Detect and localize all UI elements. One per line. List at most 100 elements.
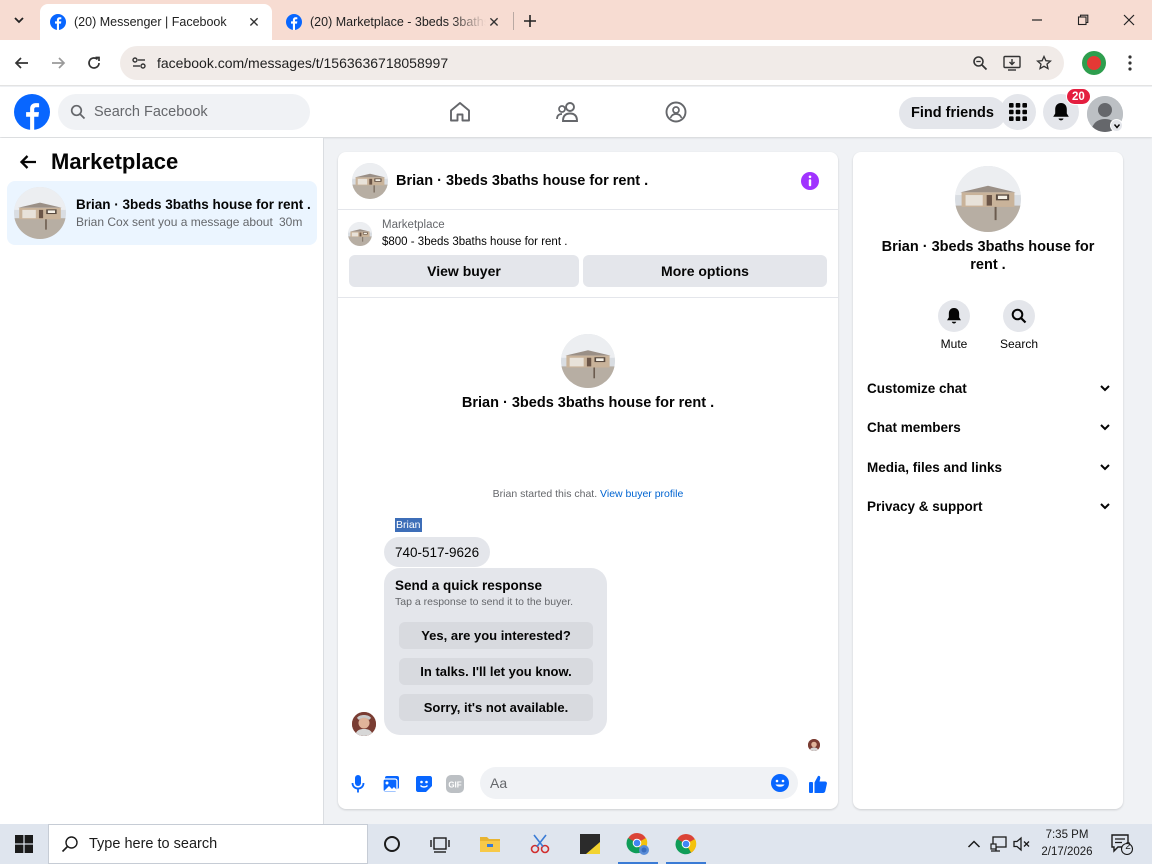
quick-response-option[interactable]: Sorry, it's not available.	[399, 694, 593, 721]
tab-close-icon[interactable]: ✕	[246, 14, 262, 30]
message-input[interactable]	[490, 775, 760, 791]
cortana-button[interactable]	[368, 824, 416, 864]
chat-header-avatar[interactable]	[352, 163, 388, 199]
message-bubble[interactable]: 740-517-9626	[384, 537, 491, 567]
more-options-button[interactable]: More options	[583, 255, 827, 287]
view-buyer-button[interactable]: View buyer	[349, 255, 579, 287]
volume-muted-icon	[1013, 836, 1030, 852]
chat-started-notice: Brian started this chat. View buyer prof…	[338, 488, 838, 500]
chrome-taskbar-button-1[interactable]	[614, 824, 662, 864]
browser-profile-button[interactable]	[1082, 51, 1106, 75]
info-icon[interactable]	[800, 171, 820, 191]
chevron-down-icon	[14, 17, 24, 24]
bell-icon	[1053, 103, 1069, 121]
tab-messenger[interactable]: (20) Messenger | Facebook ✕	[40, 4, 272, 40]
tab-marketplace[interactable]: (20) Marketplace - 3beds 3baths ✕	[276, 4, 512, 40]
minimize-button[interactable]	[1014, 0, 1060, 40]
zoom-button[interactable]	[964, 49, 996, 77]
start-button[interactable]	[0, 824, 48, 864]
show-hidden-icons-button[interactable]	[962, 824, 986, 864]
quick-response-option[interactable]: In talks. I'll let you know.	[399, 658, 593, 685]
taskbar-search-box[interactable]: Type here to search	[48, 824, 368, 864]
facebook-logo-icon[interactable]	[14, 94, 50, 130]
network-button[interactable]	[987, 824, 1011, 864]
zoom-icon	[973, 56, 988, 71]
browser-menu-button[interactable]	[1118, 51, 1142, 75]
chrome-taskbar-button-2[interactable]	[662, 824, 710, 864]
search-in-conversation-button[interactable]	[1003, 300, 1035, 332]
folder-icon	[480, 837, 500, 852]
volume-button[interactable]	[1010, 824, 1034, 864]
mute-action[interactable]: Mute	[926, 300, 982, 351]
svg-text:GIF: GIF	[448, 781, 461, 790]
chat-header-name[interactable]: Brian · 3beds 3baths house for rent .	[396, 173, 648, 189]
find-friends-button[interactable]: Find friends	[899, 97, 1006, 129]
nav-home[interactable]	[444, 97, 476, 127]
listing-price[interactable]: $800 - 3beds 3baths house for rent .	[382, 236, 567, 248]
menu-button[interactable]	[1000, 94, 1036, 130]
back-button[interactable]	[8, 49, 36, 77]
section-chat-members[interactable]: Chat members	[867, 415, 1111, 439]
nav-friends[interactable]	[552, 97, 584, 127]
thread-avatar	[561, 334, 615, 388]
section-label: Media, files and links	[867, 459, 1003, 475]
voice-clip-button[interactable]	[348, 774, 368, 794]
search-action[interactable]: Search	[991, 300, 1047, 351]
tab-search-dropdown[interactable]	[6, 8, 32, 32]
taskbar-clock[interactable]: 7:35 PM 2/17/2026	[1034, 827, 1100, 861]
view-buyer-profile-link[interactable]: View buyer profile	[600, 488, 683, 500]
facebook-search-input[interactable]	[94, 104, 294, 120]
close-window-button[interactable]	[1106, 0, 1152, 40]
conversation-avatar	[14, 187, 66, 239]
snipping-tool-button[interactable]	[516, 824, 564, 864]
friends-icon	[556, 102, 578, 122]
task-view-button[interactable]	[416, 824, 464, 864]
attach-media-button[interactable]	[381, 774, 401, 794]
bookmark-button[interactable]	[1028, 49, 1060, 77]
clock-date: 2/17/2026	[1041, 846, 1093, 858]
chrome-icon	[626, 833, 649, 855]
action-center-button[interactable]: 2	[1108, 824, 1136, 864]
sticky-notes-icon	[580, 834, 600, 854]
nav-groups[interactable]	[660, 97, 692, 127]
section-privacy-support[interactable]: Privacy & support	[867, 494, 1111, 518]
forward-button[interactable]	[44, 49, 72, 77]
install-app-button[interactable]	[996, 49, 1028, 77]
search-label: Search	[999, 337, 1039, 351]
clock-time: 7:35 PM	[1045, 829, 1089, 841]
mute-button[interactable]	[938, 300, 970, 332]
notification-badge: 20	[1066, 88, 1091, 105]
message-thread[interactable]: Brian · 3beds 3baths house for rent . Br…	[338, 298, 838, 758]
site-settings-icon[interactable]	[130, 54, 148, 72]
account-menu-caret[interactable]	[1110, 119, 1123, 132]
search-icon	[70, 104, 86, 120]
message-input-box[interactable]	[480, 767, 798, 799]
sticker-icon	[416, 776, 432, 792]
section-customize-chat[interactable]: Customize chat	[867, 376, 1111, 400]
sender-avatar[interactable]	[352, 712, 376, 736]
quick-response-option[interactable]: Yes, are you interested?	[399, 622, 593, 649]
conversation-info-panel: Brian · 3beds 3baths house for rent . Mu…	[853, 152, 1123, 809]
send-like-button[interactable]	[808, 774, 828, 794]
restore-button[interactable]	[1060, 0, 1106, 40]
sticky-notes-button[interactable]	[566, 824, 614, 864]
conversation-item[interactable]: Brian · 3beds 3baths house for rent . Br…	[7, 181, 317, 245]
listing-thumbnail[interactable]	[348, 222, 372, 246]
address-bar[interactable]: facebook.com/messages/t/1563636718058997	[120, 46, 1064, 80]
new-tab-button[interactable]	[518, 9, 542, 33]
info-avatar[interactable]	[955, 166, 1021, 232]
reload-button[interactable]	[80, 49, 108, 77]
quick-response-title: Send a quick response	[395, 578, 543, 593]
sticker-button[interactable]	[414, 774, 434, 794]
back-to-inbox-button[interactable]	[16, 150, 40, 174]
thumbs-up-icon	[809, 775, 827, 793]
file-explorer-button[interactable]	[466, 824, 514, 864]
gif-button[interactable]: GIF	[445, 774, 465, 794]
emoji-icon[interactable]	[770, 773, 790, 793]
tab-close-icon[interactable]: ✕	[486, 14, 502, 30]
info-name: Brian · 3beds 3baths house for rent .	[881, 239, 1095, 273]
close-icon	[1123, 14, 1135, 26]
facebook-search-box[interactable]	[58, 94, 310, 130]
section-media-files-links[interactable]: Media, files and links	[867, 455, 1111, 479]
chevron-down-icon	[1113, 123, 1120, 129]
